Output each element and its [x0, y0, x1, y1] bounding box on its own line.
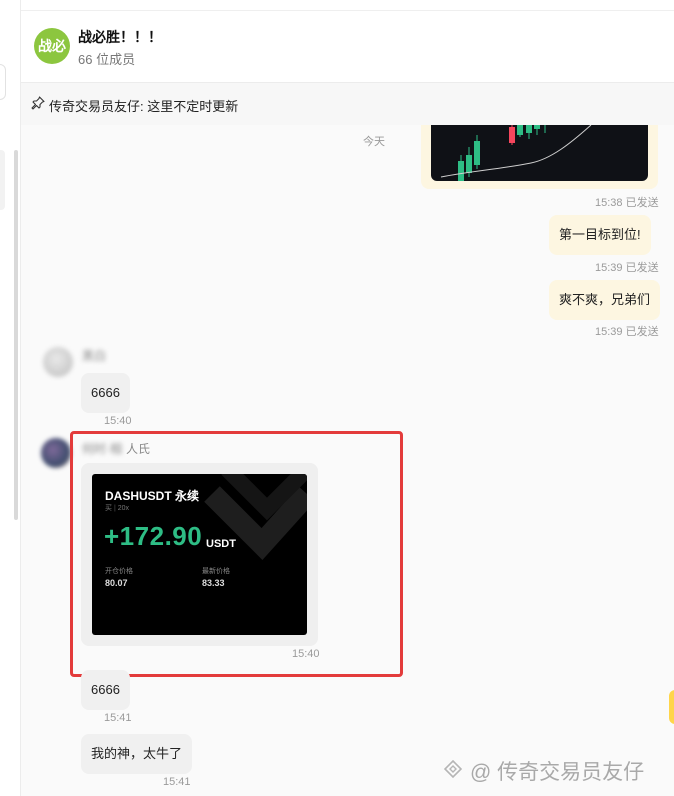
conversation-list-scrollbar[interactable]: [14, 150, 18, 520]
message-time: 15:38 已发送: [595, 197, 659, 209]
pinned-message-bar[interactable]: 传奇交易员友仔: 这里不定时更新: [21, 82, 674, 126]
message-time: 15:41: [104, 712, 132, 724]
message-time: 15:39 已发送: [595, 326, 659, 338]
sender-name[interactable]: 黑白: [82, 347, 106, 364]
outgoing-message-bubble[interactable]: 第一目标到位!: [549, 215, 651, 255]
candlestick-chart-graphic: [440, 125, 592, 181]
watermark-text: @ 传奇交易员友仔: [470, 761, 645, 784]
conversation-list-edge: [0, 0, 21, 796]
sent-chart-message[interactable]: [421, 125, 658, 189]
sender-avatar[interactable]: [41, 438, 71, 468]
pin-icon: [31, 96, 45, 110]
chat-header: 战必 战必胜！！！ 66 位成员: [21, 11, 674, 81]
pinned-message-text: 传奇交易员友仔: 这里不定时更新: [49, 99, 239, 114]
incoming-message-bubble[interactable]: 6666: [81, 373, 130, 413]
candlestick-chart-image[interactable]: [431, 125, 648, 181]
watermark-logo-icon: [443, 759, 463, 779]
group-avatar[interactable]: 战必: [34, 28, 70, 64]
selected-conversation-edge[interactable]: [0, 150, 5, 210]
watermark: @ 传奇交易员友仔: [440, 756, 644, 786]
member-count[interactable]: 66 位成员: [78, 49, 135, 68]
side-panel-tab[interactable]: [669, 690, 674, 724]
date-separator: 今天: [363, 136, 385, 148]
sender-avatar[interactable]: [43, 347, 73, 377]
search-box-edge[interactable]: [0, 64, 6, 100]
message-time: 15:40: [104, 415, 132, 427]
message-time: 15:39 已发送: [595, 262, 659, 274]
group-title[interactable]: 战必胜！！！: [78, 27, 162, 47]
message-time: 15:41: [163, 776, 191, 788]
incoming-message-bubble[interactable]: 6666: [81, 670, 130, 710]
highlight-annotation-box: [70, 431, 403, 677]
outgoing-message-bubble[interactable]: 爽不爽，兄弟们: [549, 280, 661, 320]
incoming-message-bubble[interactable]: 我的神，太牛了: [81, 734, 193, 774]
